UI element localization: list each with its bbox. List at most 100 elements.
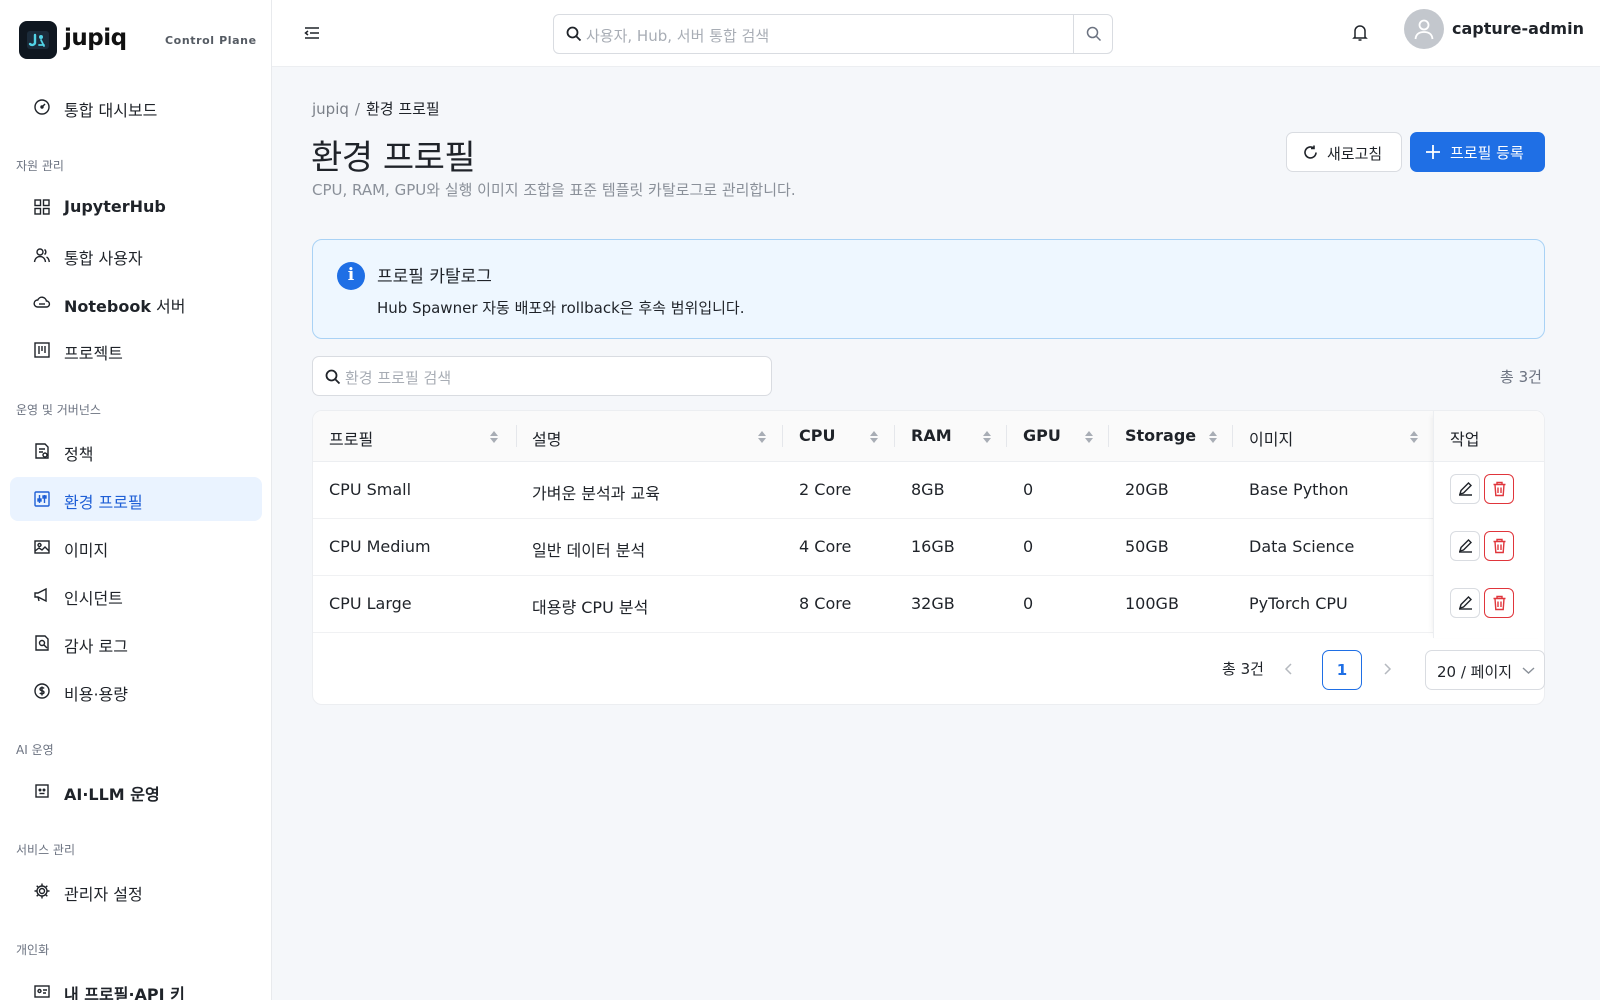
sidebar-item-dashboard[interactable]: 통합 대시보드: [10, 85, 262, 129]
user-name[interactable]: capture-admin: [1452, 19, 1584, 38]
cell-cpu: 4 Core: [799, 537, 852, 556]
sidebar-item-audit[interactable]: 감사 로그: [10, 621, 262, 665]
col-ram[interactable]: RAM: [911, 426, 952, 445]
cell-cpu: 2 Core: [799, 480, 852, 499]
pencil-icon: [1458, 596, 1472, 610]
avatar[interactable]: [1404, 9, 1444, 49]
delete-button[interactable]: [1484, 588, 1514, 618]
sidebar-item-env-profile[interactable]: 환경 프로필: [10, 477, 262, 521]
sidebar-item-policy[interactable]: 정책: [10, 429, 262, 473]
breadcrumb: jupiq / 환경 프로필: [312, 98, 440, 119]
pagination-total: 총 3건: [1222, 660, 1264, 678]
menu-collapse-icon[interactable]: [302, 24, 322, 42]
search-icon: [1086, 26, 1102, 42]
chevron-right-icon[interactable]: [1382, 661, 1392, 677]
chevron-left-icon[interactable]: [1284, 661, 1294, 677]
megaphone-icon: [34, 587, 47, 603]
sidebar-item-label: 관리자 설정: [64, 885, 143, 904]
plus-icon: [1426, 145, 1440, 159]
policy-doc-icon: [35, 443, 49, 459]
sort-icon[interactable]: [1084, 429, 1094, 445]
sidebar: jupiq Control Plane 통합 대시보드 자원 관리 Jupyte…: [0, 0, 272, 1000]
refresh-button[interactable]: 새로고침: [1286, 132, 1402, 172]
pencil-icon: [1458, 482, 1472, 496]
top-header: 사용자, Hub, 서버 통합 검색 capture-admin: [272, 0, 1600, 67]
bell-icon[interactable]: [1352, 24, 1368, 42]
cell-image: Data Science: [1249, 537, 1355, 556]
trash-icon: [1493, 538, 1506, 554]
sort-icon[interactable]: [982, 429, 992, 445]
edit-button[interactable]: [1450, 474, 1480, 504]
section-resources: 자원 관리: [16, 159, 64, 173]
cell-description: 일반 데이터 분석: [532, 541, 646, 560]
col-image[interactable]: 이미지: [1249, 426, 1293, 450]
sort-icon[interactable]: [1409, 429, 1419, 445]
cell-storage: 20GB: [1125, 480, 1169, 499]
cell-gpu: 0: [1023, 537, 1034, 556]
sidebar-item-label: 인시던트: [64, 589, 123, 608]
global-search-input[interactable]: 사용자, Hub, 서버 통합 검색: [586, 25, 769, 46]
cell-gpu: 0: [1023, 594, 1034, 613]
breadcrumb-root[interactable]: jupiq: [312, 100, 349, 118]
sidebar-item-incidents[interactable]: 인시던트: [10, 573, 262, 617]
col-storage[interactable]: Storage: [1125, 426, 1196, 445]
delete-button[interactable]: [1484, 474, 1514, 504]
add-profile-button[interactable]: 프로필 등록: [1410, 132, 1545, 172]
sidebar-item-projects[interactable]: 프로젝트: [10, 328, 262, 372]
column-divider: [1108, 425, 1109, 447]
search-button[interactable]: [1073, 15, 1112, 53]
col-description[interactable]: 설명: [532, 426, 561, 450]
cell-ram: 32GB: [911, 594, 955, 613]
cell-ram: 16GB: [911, 537, 955, 556]
page-button-current[interactable]: 1: [1322, 650, 1362, 690]
sidebar-item-users[interactable]: 통합 사용자: [10, 233, 262, 277]
sidebar-item-label: Notebook 서버: [64, 297, 186, 316]
sidebar-item-label: 감사 로그: [64, 637, 128, 656]
sort-icon[interactable]: [869, 429, 879, 445]
image-icon: [34, 540, 50, 554]
column-divider: [1232, 425, 1233, 447]
sidebar-item-ai-llm[interactable]: AI·LLM 운영: [10, 769, 262, 813]
refresh-label: 새로고침: [1327, 145, 1383, 163]
cell-ram: 8GB: [911, 480, 945, 499]
cell-cpu: 8 Core: [799, 594, 852, 613]
profile-search[interactable]: 환경 프로필 검색: [312, 356, 772, 396]
delete-button[interactable]: [1484, 531, 1514, 561]
sidebar-item-cost[interactable]: 비용·용량: [10, 669, 262, 713]
sidebar-item-label: 내 프로필·API 키: [64, 985, 185, 1000]
table-row[interactable]: CPU Large 대용량 CPU 분석 8 Core 32GB 0 100GB…: [313, 576, 1544, 633]
table-row[interactable]: CPU Medium 일반 데이터 분석 4 Core 16GB 0 50GB …: [313, 519, 1544, 576]
edit-button[interactable]: [1450, 588, 1480, 618]
edit-button[interactable]: [1450, 531, 1480, 561]
col-profile[interactable]: 프로필: [329, 426, 373, 450]
user-icon: [1414, 19, 1434, 40]
sort-icon[interactable]: [757, 429, 767, 445]
gauge-icon: [34, 99, 50, 115]
search-icon: [566, 26, 582, 42]
sidebar-item-admin-settings[interactable]: 관리자 설정: [10, 869, 262, 913]
sort-icon[interactable]: [1208, 429, 1218, 445]
table-row[interactable]: CPU Small 가벼운 분석과 교육 2 Core 8GB 0 20GB B…: [313, 462, 1544, 519]
column-divider: [516, 425, 517, 447]
sidebar-item-jupyterhub[interactable]: JupyterHub: [10, 185, 262, 229]
add-profile-label: 프로필 등록: [1450, 144, 1524, 162]
page-size-select[interactable]: 20 / 페이지: [1425, 650, 1545, 690]
cell-image: Base Python: [1249, 480, 1349, 499]
total-count: 총 3건: [1500, 368, 1542, 386]
profile-search-input[interactable]: 환경 프로필 검색: [345, 367, 451, 388]
sliders-icon: [34, 491, 50, 507]
brand[interactable]: jupiq Control Plane: [19, 21, 259, 61]
cell-storage: 50GB: [1125, 537, 1169, 556]
sidebar-item-my-profile[interactable]: 내 프로필·API 키: [10, 969, 262, 1000]
cell-profile: CPU Medium: [329, 537, 431, 556]
cell-image: PyTorch CPU: [1249, 594, 1348, 613]
sort-icon[interactable]: [489, 429, 499, 445]
global-search[interactable]: 사용자, Hub, 서버 통합 검색: [553, 14, 1113, 54]
col-gpu[interactable]: GPU: [1023, 426, 1061, 445]
col-cpu[interactable]: CPU: [799, 426, 835, 445]
sidebar-item-notebook[interactable]: Notebook 서버: [10, 281, 262, 325]
sidebar-item-images[interactable]: 이미지: [10, 525, 262, 569]
board-icon: [34, 342, 50, 358]
info-icon: i: [337, 262, 365, 290]
cell-description: 대용량 CPU 분석: [532, 598, 649, 617]
